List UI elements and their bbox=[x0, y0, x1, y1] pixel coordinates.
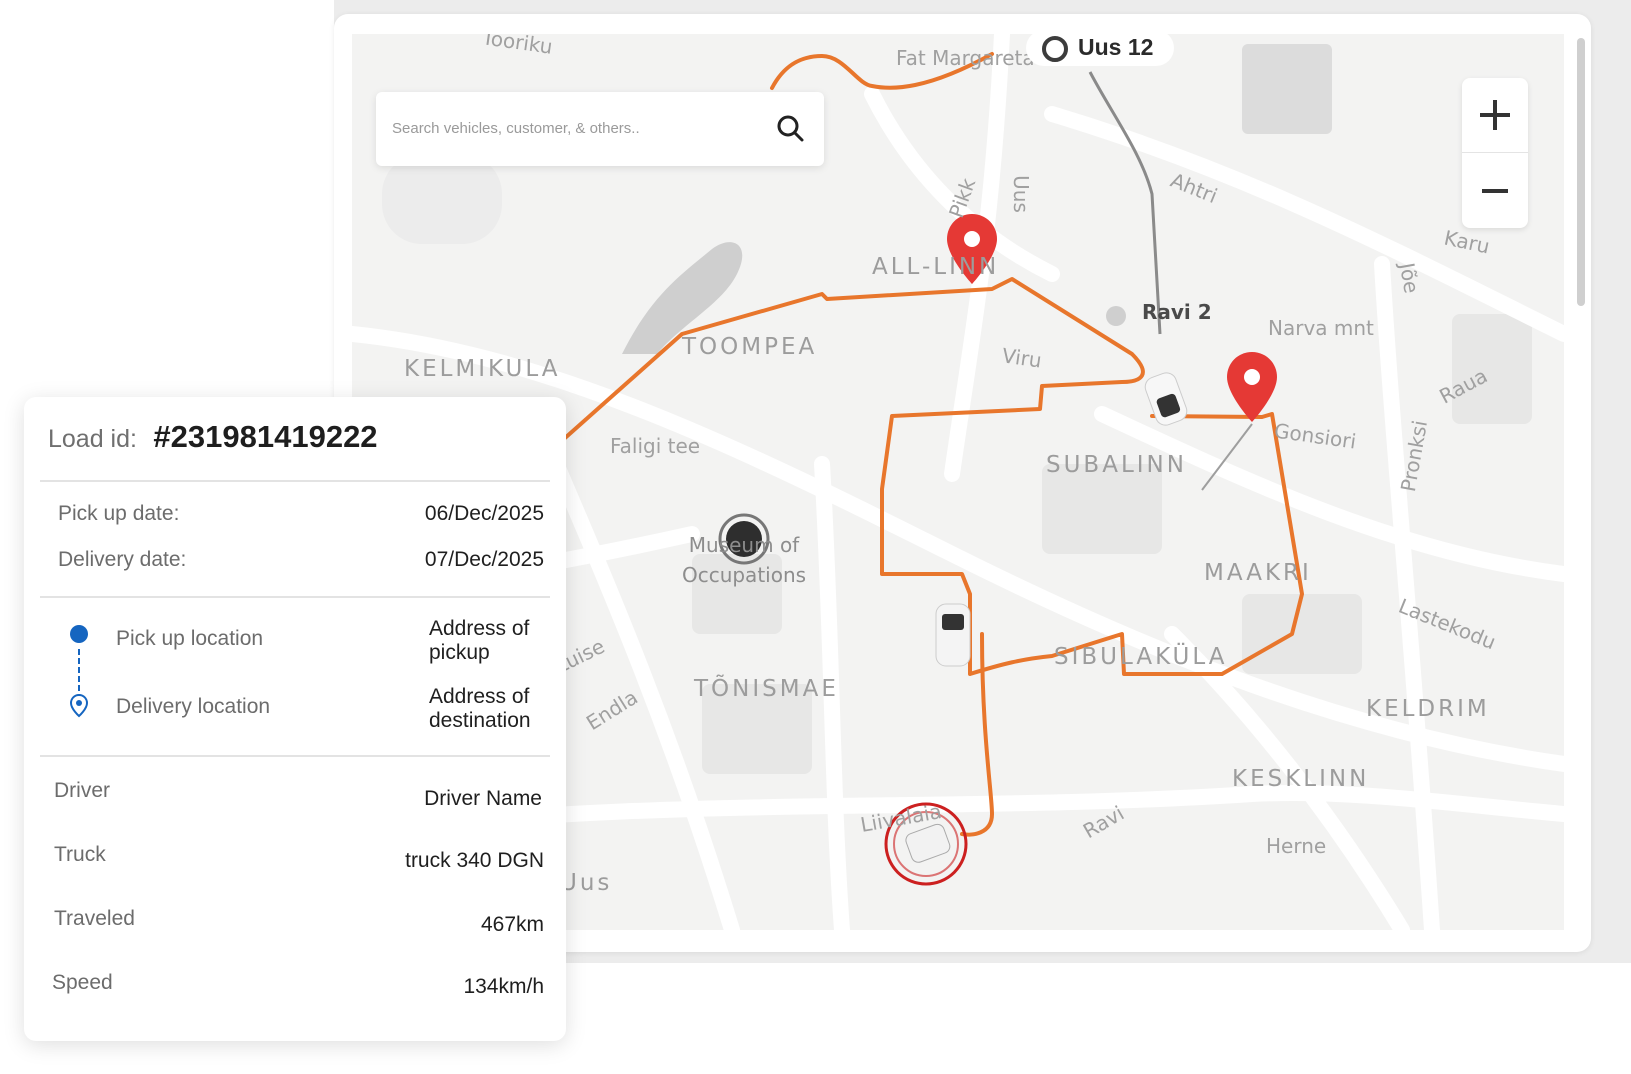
delivery-date-value: 07/Dec/2025 bbox=[424, 548, 544, 571]
poi-label-ravi: Ravi 2 bbox=[1142, 300, 1212, 324]
load-details-card: Load id: #231981419222 Pick up date: 06/… bbox=[24, 397, 566, 1041]
search-input[interactable]: Search vehicles, customer, & others.. bbox=[392, 120, 640, 137]
map-scrollbar[interactable] bbox=[1577, 38, 1585, 306]
pickup-address: Address of pickup bbox=[429, 617, 530, 664]
district-label: TÕNISMAE bbox=[694, 676, 839, 702]
plus-icon bbox=[1480, 100, 1510, 130]
pickup-date-value: 06/Dec/2025 bbox=[424, 502, 544, 525]
minus-icon bbox=[1482, 189, 1508, 193]
driver-value: Driver Name bbox=[424, 787, 542, 810]
divider bbox=[40, 480, 550, 482]
zoom-out-button[interactable] bbox=[1462, 154, 1528, 228]
traveled-value: 467km bbox=[480, 913, 544, 936]
delivery-date-label: Delivery date: bbox=[58, 548, 187, 571]
district-label: SIBULAKÜLA bbox=[1054, 644, 1228, 670]
pickup-location-label: Pick up location bbox=[116, 627, 264, 650]
truck-value: truck 340 DGN bbox=[405, 849, 544, 872]
route-dash-line bbox=[78, 649, 80, 691]
truck-label: Truck bbox=[54, 843, 106, 866]
pickup-dot-icon bbox=[70, 625, 88, 643]
district-label: SUBALINN bbox=[1046, 452, 1187, 478]
speed-value: 134km/h bbox=[463, 975, 544, 998]
district-label: KELDRIM bbox=[1366, 696, 1490, 722]
poi-label-museum: Museum of Occupations bbox=[681, 533, 807, 587]
delivery-pin-icon bbox=[69, 693, 89, 718]
district-label: TOOMPEA bbox=[682, 334, 818, 360]
street-label: Uus bbox=[1008, 175, 1033, 213]
district-label: KESKLINN bbox=[1232, 766, 1370, 792]
speed-label: Speed bbox=[52, 971, 113, 994]
driver-label: Driver bbox=[54, 779, 110, 802]
search-icon[interactable] bbox=[774, 112, 806, 144]
zoom-controls bbox=[1462, 78, 1528, 228]
poi-label-uus[interactable]: Uus 12 bbox=[1026, 30, 1174, 66]
street-label: Jõe bbox=[1394, 260, 1424, 296]
delivery-location-label: Delivery location bbox=[116, 695, 271, 718]
search-bar[interactable]: Search vehicles, customer, & others.. bbox=[376, 92, 824, 166]
street-label: Herne bbox=[1266, 834, 1327, 858]
location-ring-icon bbox=[1042, 36, 1068, 62]
street-label: Narva mnt bbox=[1268, 316, 1374, 340]
district-label: Uus bbox=[560, 870, 613, 896]
street-label: Fat Margareta bbox=[896, 46, 1035, 70]
load-id: Load id: #231981419222 bbox=[48, 419, 378, 455]
zoom-in-button[interactable] bbox=[1462, 78, 1528, 153]
traveled-label: Traveled bbox=[54, 907, 135, 930]
delivery-address: Address of destination bbox=[429, 685, 531, 732]
divider bbox=[40, 596, 550, 598]
district-label: KELMIKULA bbox=[404, 356, 561, 382]
street-label: Faligi tee bbox=[610, 434, 701, 458]
load-id-value: #231981419222 bbox=[153, 419, 378, 454]
load-id-label: Load id: bbox=[48, 425, 137, 453]
building-block bbox=[1242, 44, 1332, 134]
district-label: ALL-LINN bbox=[872, 254, 1000, 280]
pickup-date-label: Pick up date: bbox=[58, 502, 180, 525]
district-label: MAAKRI bbox=[1204, 560, 1312, 586]
divider bbox=[40, 755, 550, 757]
